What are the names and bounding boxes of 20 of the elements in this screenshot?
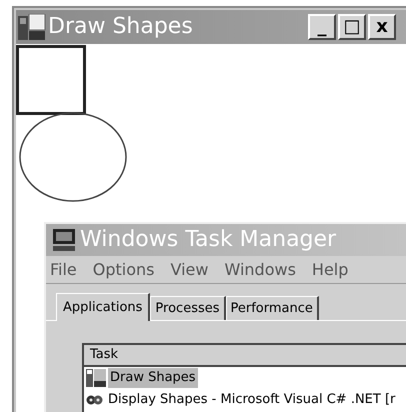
tab[interactable]: Processes xyxy=(150,296,226,320)
menu-item[interactable]: Options xyxy=(92,258,155,282)
window-icon xyxy=(86,369,106,387)
maximize-button[interactable]: □ xyxy=(338,14,366,40)
window-icon xyxy=(18,14,46,40)
window-title: Windows Task Manager xyxy=(80,229,336,251)
gears-icon xyxy=(86,393,104,407)
tab[interactable]: Applications xyxy=(56,293,150,321)
tab[interactable]: Performance xyxy=(226,296,319,320)
window-title: Draw Shapes xyxy=(48,16,193,38)
column-header[interactable]: Task xyxy=(84,345,406,367)
menu-item[interactable]: Windows xyxy=(224,258,296,282)
minimize-button[interactable]: _ xyxy=(308,14,336,40)
menu-item[interactable]: File xyxy=(50,258,77,282)
task-row[interactable]: Display Shapes - Microsoft Visual C# .NET [r xyxy=(106,390,398,410)
computer-icon xyxy=(52,228,76,252)
task-row[interactable]: Draw Shapes xyxy=(108,368,198,388)
menu-item[interactable]: View xyxy=(170,258,208,282)
close-button[interactable]: x xyxy=(368,14,396,40)
menu-item[interactable]: Help xyxy=(312,258,348,282)
